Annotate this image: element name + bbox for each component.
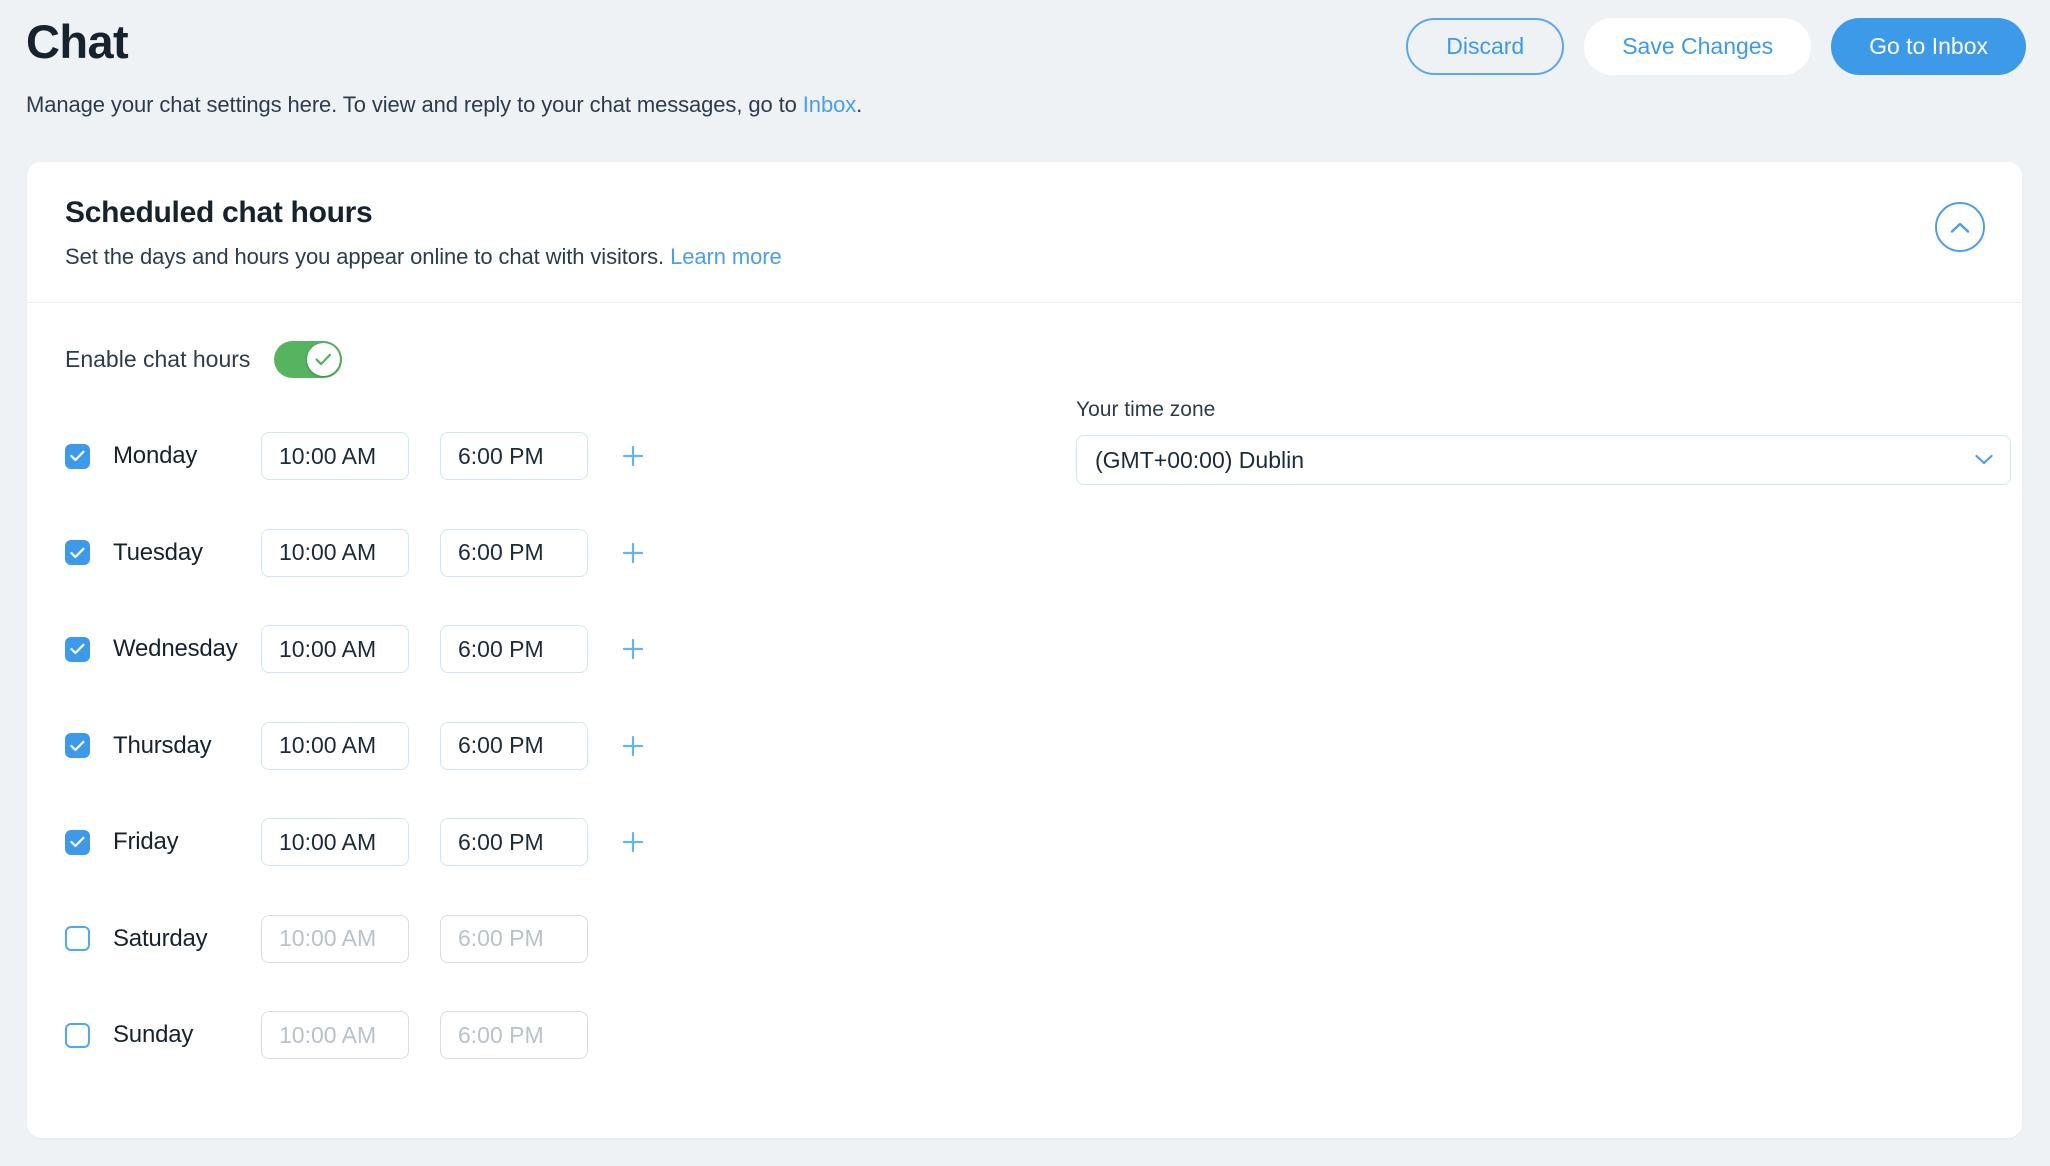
plus-icon (622, 542, 644, 563)
save-changes-button[interactable]: Save Changes (1584, 18, 1812, 75)
page-subtitle: Manage your chat settings here. To view … (26, 92, 862, 118)
end-time-input[interactable] (440, 625, 588, 674)
toggle-knob (307, 343, 341, 376)
timezone-section: Your time zone (GMT+00:00) Dublin (1076, 398, 2011, 485)
end-time-input[interactable] (440, 721, 588, 770)
scheduled-chat-hours-card: Scheduled chat hours Set the days and ho… (27, 162, 2022, 1138)
plus-icon (622, 735, 644, 756)
day-row: Sunday (65, 987, 845, 1084)
day-checkbox-sunday[interactable] (65, 1022, 90, 1048)
check-icon (70, 740, 85, 751)
check-icon (70, 547, 85, 558)
day-schedule-list: Monday Tuesday Wednesday Thursday Friday Satu… (65, 408, 845, 1084)
end-time-input[interactable] (440, 818, 588, 867)
day-checkbox-tuesday[interactable] (65, 540, 90, 566)
chevron-down-icon (1975, 454, 1993, 466)
day-row: Wednesday (65, 601, 845, 698)
day-checkbox-thursday[interactable] (65, 733, 90, 759)
enable-chat-hours-toggle[interactable] (274, 341, 343, 378)
day-row: Friday (65, 794, 845, 891)
timezone-select[interactable]: (GMT+00:00) Dublin (1076, 435, 2011, 485)
start-time-input[interactable] (261, 721, 409, 770)
card-subtitle: Set the days and hours you appear online… (65, 244, 782, 270)
learn-more-link[interactable]: Learn more (670, 244, 782, 269)
day-label: Thursday (113, 731, 212, 759)
page-header: Chat Manage your chat settings here. To … (0, 0, 2050, 150)
card-body: Enable chat hours Monday Tuesday Wednesday… (27, 303, 2022, 1137)
day-label: Tuesday (113, 538, 203, 566)
day-label: Monday (113, 442, 198, 470)
day-row: Saturday (65, 891, 845, 988)
start-time-input[interactable] (261, 432, 409, 481)
page-subtitle-period: . (856, 92, 863, 117)
page-title: Chat (26, 15, 129, 68)
day-checkbox-saturday[interactable] (65, 926, 90, 952)
discard-button[interactable]: Discard (1406, 18, 1565, 75)
day-label: Friday (113, 828, 179, 856)
plus-icon (622, 446, 644, 467)
day-checkbox-friday[interactable] (65, 829, 90, 855)
check-icon (315, 353, 332, 366)
end-time-input[interactable] (440, 914, 588, 963)
day-label: Sunday (113, 1021, 194, 1049)
end-time-input[interactable] (440, 1011, 588, 1060)
card-header: Scheduled chat hours Set the days and ho… (27, 162, 2022, 303)
check-icon (70, 836, 85, 848)
add-time-range-button[interactable] (616, 632, 650, 666)
plus-icon (622, 639, 644, 660)
end-time-input[interactable] (440, 528, 588, 577)
card-title: Scheduled chat hours (65, 196, 373, 229)
header-actions: Discard Save Changes Go to Inbox (1406, 18, 2026, 75)
start-time-input[interactable] (261, 914, 409, 963)
day-label: Wednesday (113, 635, 238, 663)
card-subtitle-text: Set the days and hours you appear online… (65, 244, 671, 269)
page-subtitle-text: Manage your chat settings here. To view … (26, 92, 803, 117)
day-row: Tuesday (65, 505, 845, 602)
add-time-range-button[interactable] (616, 536, 650, 570)
end-time-input[interactable] (440, 432, 588, 481)
chevron-up-icon (1950, 222, 1970, 233)
enable-chat-hours-label: Enable chat hours (65, 346, 251, 372)
day-checkbox-monday[interactable] (65, 443, 90, 469)
start-time-input[interactable] (261, 625, 409, 674)
start-time-input[interactable] (261, 818, 409, 867)
enable-chat-hours-row: Enable chat hours (65, 341, 343, 378)
add-time-range-button[interactable] (616, 439, 650, 473)
timezone-label: Your time zone (1076, 398, 1216, 421)
day-label: Saturday (113, 924, 208, 952)
timezone-value: (GMT+00:00) Dublin (1095, 446, 1304, 473)
check-icon (70, 643, 85, 655)
inbox-link[interactable]: Inbox (803, 92, 856, 117)
add-time-range-button[interactable] (616, 729, 650, 763)
day-row: Monday (65, 408, 845, 505)
check-icon (70, 450, 85, 462)
go-to-inbox-button[interactable]: Go to Inbox (1831, 18, 2026, 75)
add-time-range-button[interactable] (616, 825, 650, 859)
chat-settings-page: Chat Manage your chat settings here. To … (0, 0, 2050, 1166)
start-time-input[interactable] (261, 1011, 409, 1060)
day-row: Thursday (65, 698, 845, 795)
day-checkbox-wednesday[interactable] (65, 636, 90, 662)
plus-icon (622, 832, 644, 853)
collapse-card-button[interactable] (1935, 202, 1985, 252)
start-time-input[interactable] (261, 528, 409, 577)
